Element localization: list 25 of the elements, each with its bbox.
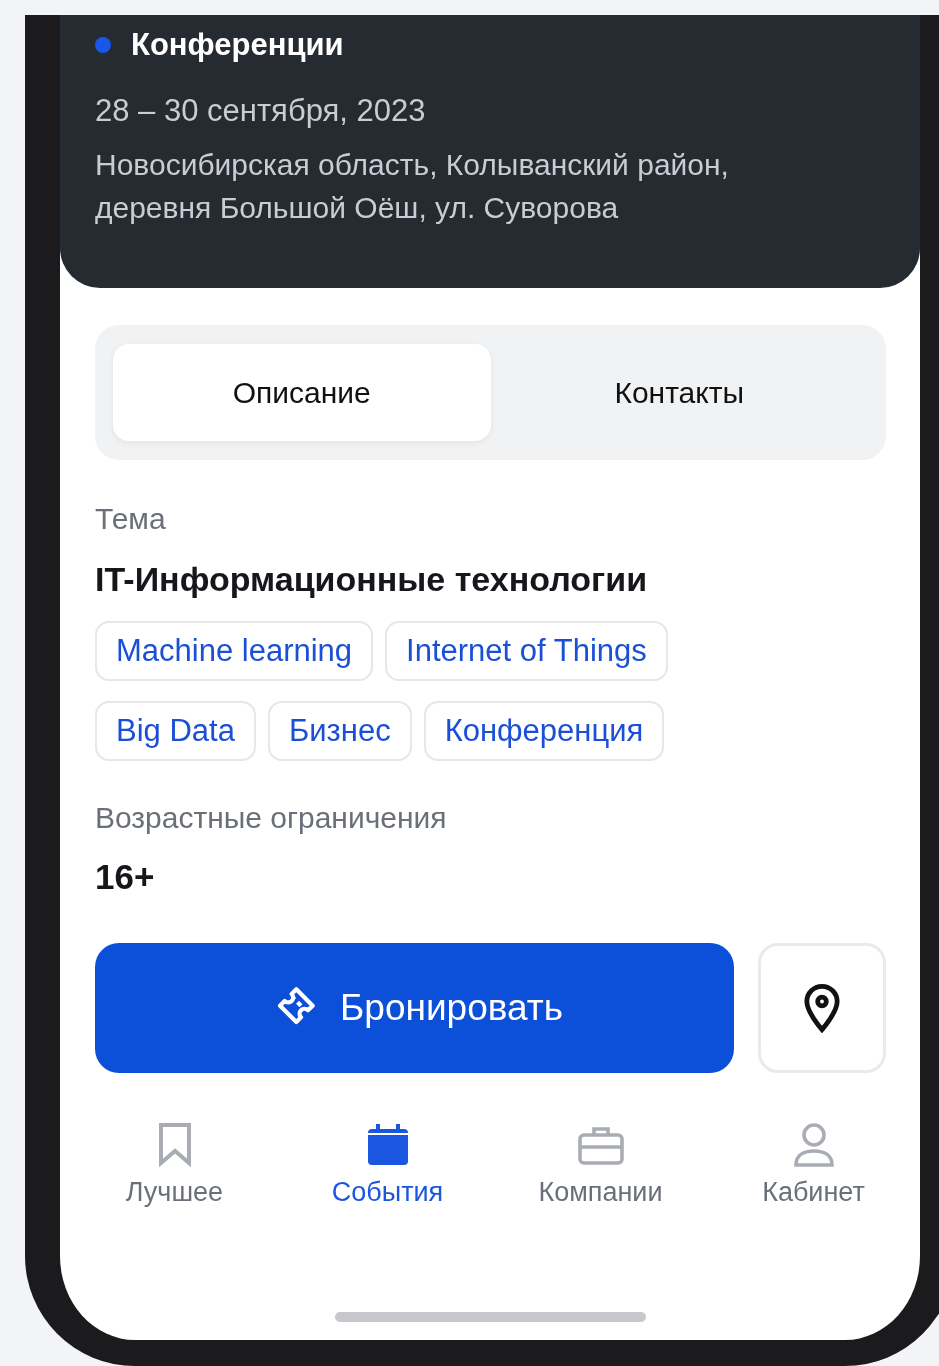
person-icon	[793, 1123, 834, 1167]
tab[interactable]: Контакты	[490, 344, 868, 441]
topic-value: IT-Информационные технологии	[95, 560, 649, 599]
event-address: Новосибирская область, Колыванский район, деревня Большой Оёш, ул. Суворова	[95, 147, 730, 226]
tag-chip[interactable]: Internet of Things	[385, 621, 668, 681]
nav-item[interactable]: Лучшее	[68, 1123, 281, 1208]
tag-chip[interactable]: Конференция	[423, 701, 665, 761]
book-button[interactable]: Бронировать	[95, 943, 734, 1073]
age-value: 16+	[95, 857, 156, 897]
nav-item[interactable]: Компании	[494, 1123, 707, 1208]
map-pin-button[interactable]	[758, 943, 886, 1073]
bookmark-icon	[156, 1123, 193, 1167]
nav-item[interactable]: События	[281, 1123, 494, 1208]
briefcase-icon	[577, 1125, 624, 1165]
nav-item[interactable]: Кабинет	[707, 1123, 920, 1208]
tab[interactable]: Описание	[113, 344, 491, 441]
category-dot-icon	[95, 37, 111, 53]
tag-chip[interactable]: Machine learning	[95, 621, 374, 681]
calendar-icon	[365, 1123, 410, 1167]
event-category: Конференции	[131, 27, 344, 63]
age-label: Возрастные ограничения	[95, 801, 448, 835]
topic-label: Тема	[95, 502, 167, 536]
event-date: 28 – 30 сентября, 2023	[95, 93, 427, 129]
tag-chip[interactable]: Big Data	[95, 701, 256, 761]
tag-chip[interactable]: Бизнес	[267, 701, 412, 761]
